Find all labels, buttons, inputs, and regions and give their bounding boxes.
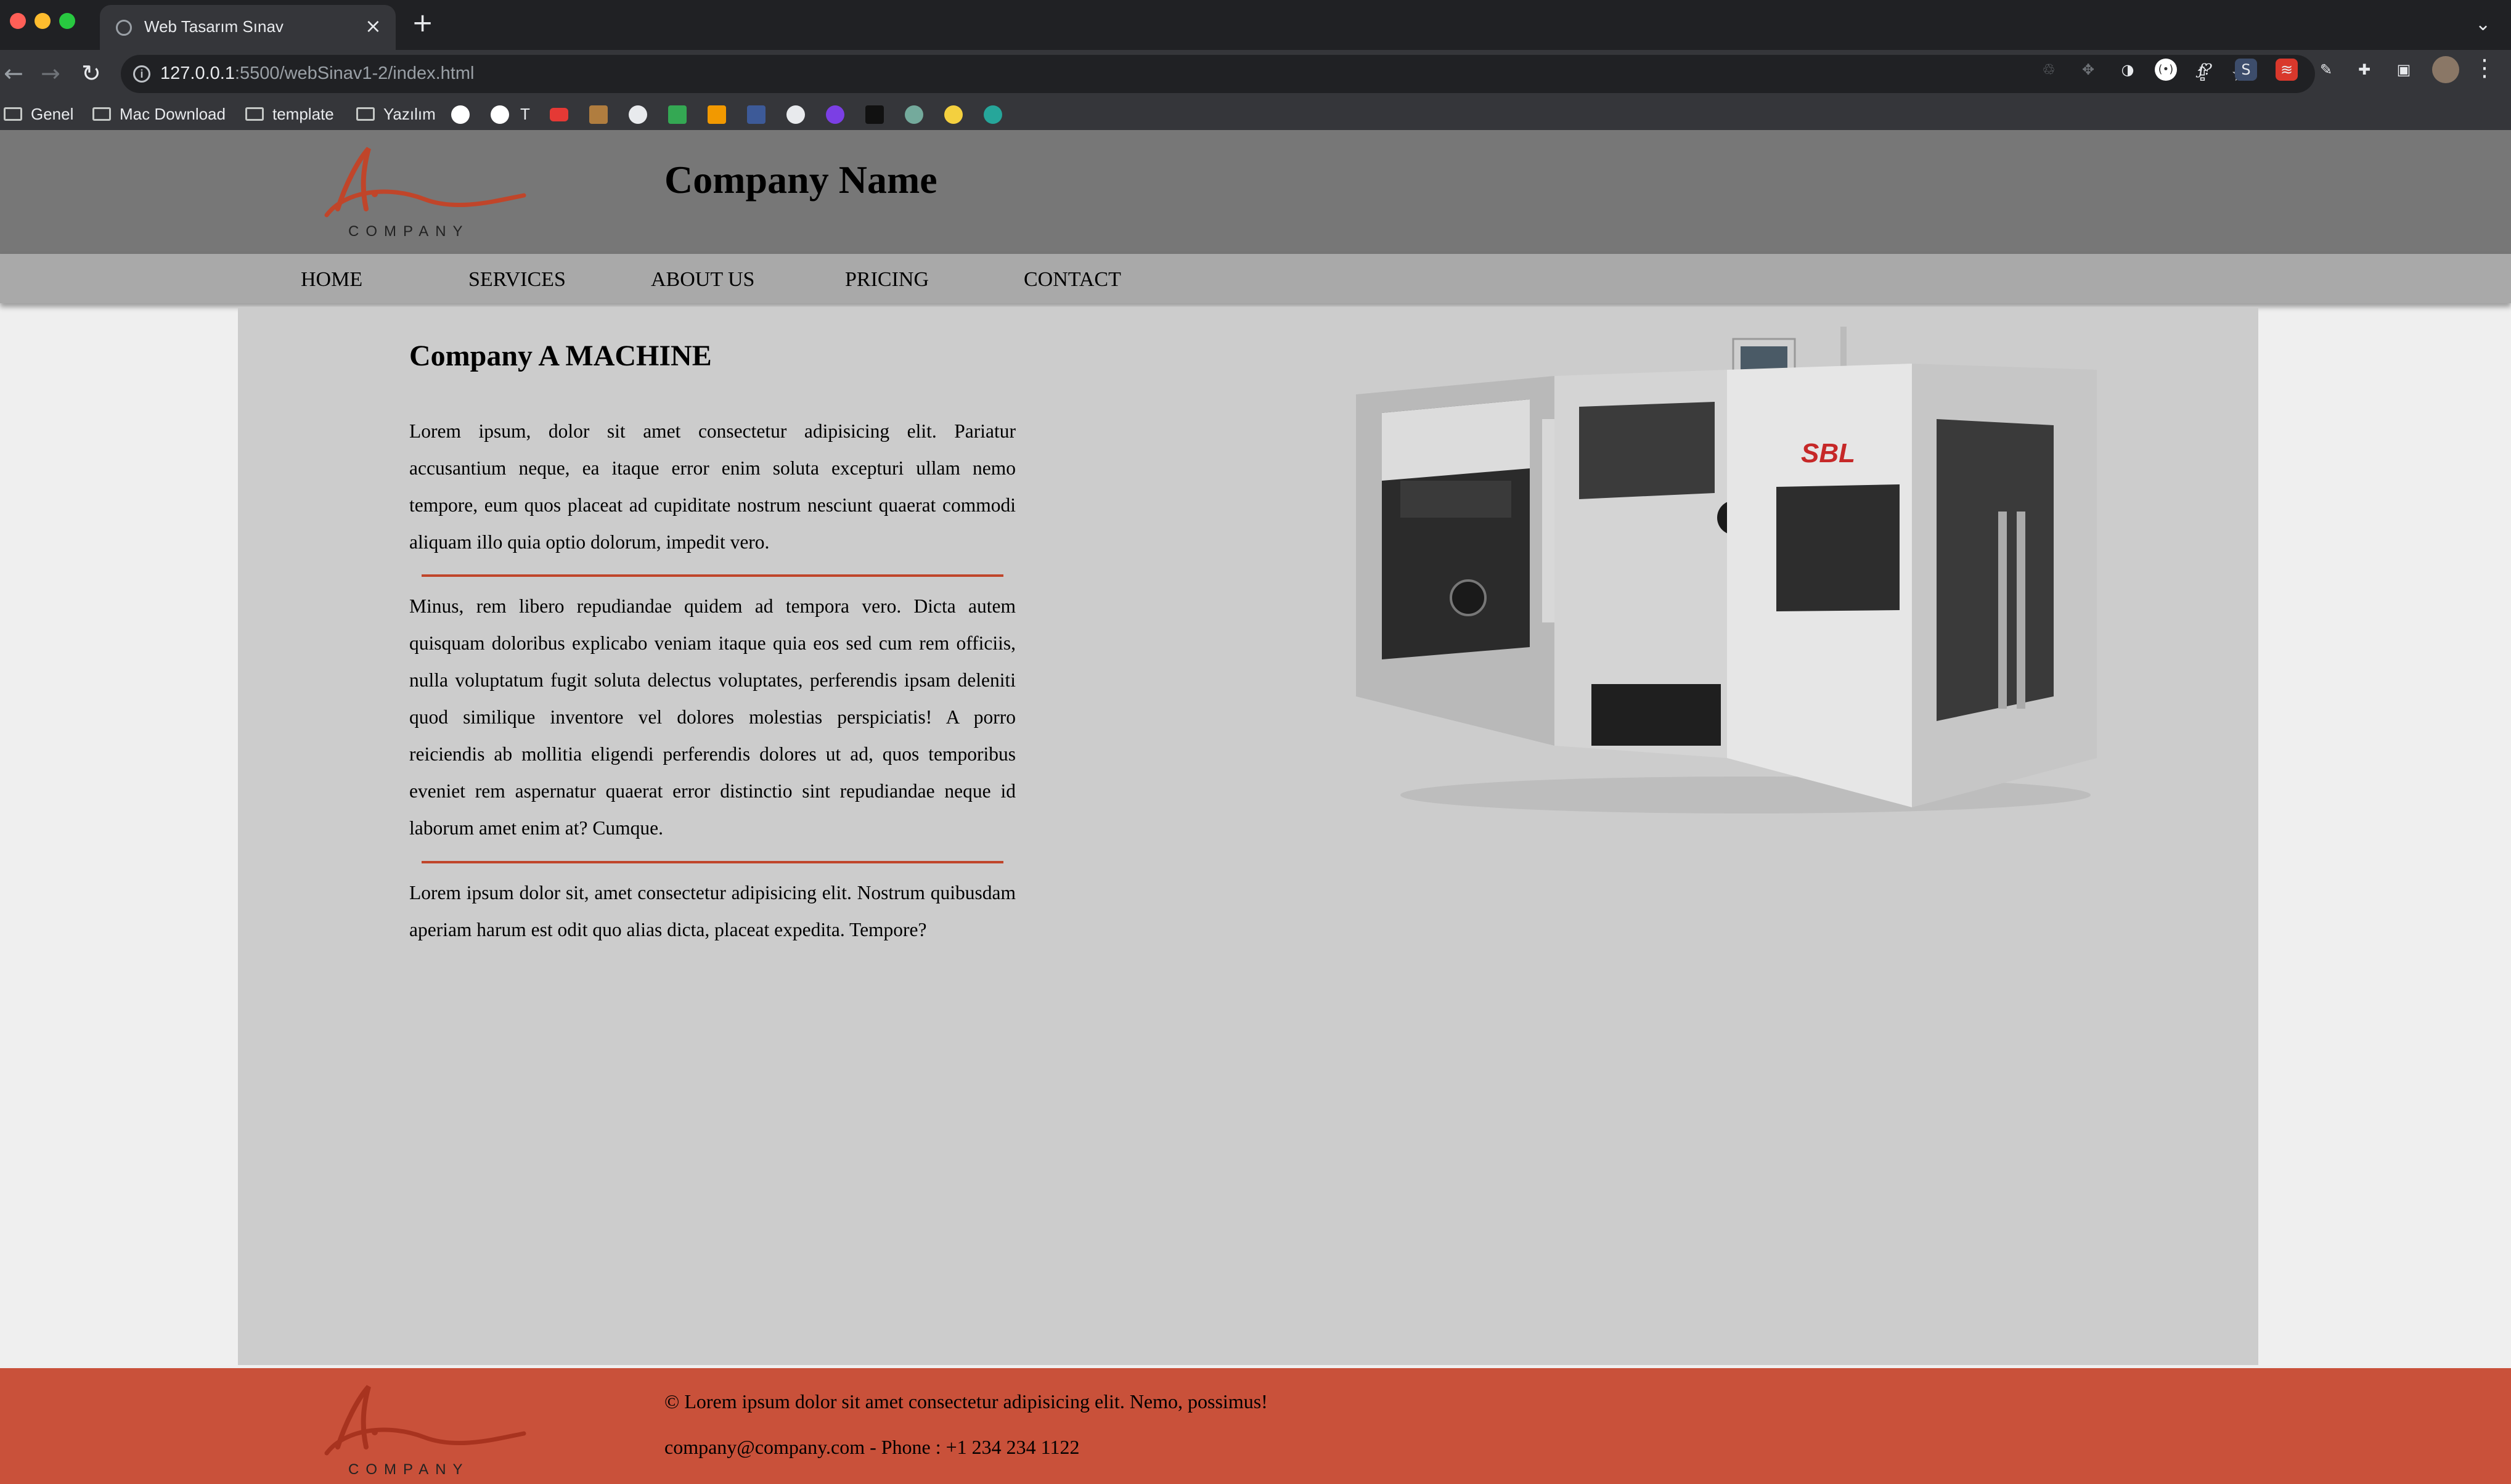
footer-contact[interactable]: company@company.com - Phone : +1 234 234… — [664, 1436, 1079, 1459]
google-icon[interactable] — [491, 105, 509, 124]
paragraph-1: Lorem ipsum, dolor sit amet consectetur … — [409, 420, 1016, 553]
svg-text:COMPANY: COMPANY — [348, 1461, 470, 1478]
new-tab-button[interactable]: + — [412, 9, 433, 37]
u-icon[interactable] — [826, 105, 844, 124]
puzzle-icon[interactable]: ✚ — [2353, 59, 2375, 81]
site-footer: COMPANY © Lorem ipsum dolor sit amet con… — [0, 1368, 2511, 1484]
cloud-icon[interactable] — [944, 105, 963, 124]
close-window-button[interactable] — [10, 13, 26, 29]
minimize-window-button[interactable] — [35, 13, 51, 29]
sidebar-icon[interactable]: ▣ — [2393, 59, 2415, 81]
globe-icon[interactable] — [984, 105, 1002, 124]
section-heading: Company A MACHINE — [409, 340, 712, 372]
bookmark-yazilim[interactable]: Yazılım — [356, 103, 436, 125]
youtube-icon[interactable] — [550, 108, 568, 121]
recycle-icon[interactable]: ♲ — [2038, 59, 2060, 81]
browser-tab-bar: Web Tasarım Sınav × + ⌄ — [0, 0, 2511, 50]
reload-button[interactable]: ↻ — [81, 60, 101, 87]
folder-icon — [4, 107, 22, 121]
folder-icon — [356, 107, 375, 121]
url-text[interactable]: 127.0.0.1:5500/webSinav1-2/index.html — [160, 63, 474, 84]
folder-icon — [245, 107, 264, 121]
github-icon[interactable] — [629, 105, 647, 124]
company-logo[interactable]: COMPANY — [321, 142, 530, 241]
google-icon[interactable] — [451, 105, 470, 124]
divider — [422, 861, 1003, 863]
footer-copyright: © Lorem ipsum dolor sit amet consectetur… — [664, 1390, 1268, 1413]
profile-avatar[interactable] — [2432, 56, 2459, 83]
divider — [422, 574, 1003, 577]
globe-icon — [116, 20, 132, 36]
bookmarks-bar: Genel Mac Download template Yazılım T — [0, 98, 2511, 130]
maximize-window-button[interactable] — [59, 13, 75, 29]
paragraph-2: Minus, rem libero repudiandae quidem ad … — [409, 595, 1016, 839]
s-icon[interactable] — [747, 105, 766, 124]
circle-icon[interactable]: ◑ — [2117, 59, 2139, 81]
nav-pricing[interactable]: PRICING — [845, 267, 929, 292]
main-nav: HOME SERVICES ABOUT US PRICING CONTACT — [0, 254, 2511, 303]
bookmark-template[interactable]: template — [245, 103, 334, 125]
chart-icon[interactable] — [668, 105, 687, 124]
info-icon[interactable]: i — [133, 65, 150, 83]
machine-image: SBL — [1356, 327, 2097, 813]
compass-icon[interactable] — [786, 105, 805, 124]
orange-square-icon[interactable] — [708, 105, 726, 124]
move-icon[interactable]: ✥ — [2077, 59, 2099, 81]
chevron-down-icon[interactable]: ⌄ — [2475, 14, 2491, 35]
nav-home[interactable]: HOME — [301, 267, 362, 292]
chatgpt-icon[interactable] — [905, 105, 923, 124]
bookmark-mac-download[interactable]: Mac Download — [92, 103, 226, 125]
formula-icon[interactable]: ƒ? — [2194, 59, 2216, 81]
bookmark-genel[interactable]: Genel — [4, 103, 73, 125]
close-tab-icon[interactable]: × — [365, 15, 382, 37]
footer-logo[interactable]: COMPANY — [321, 1374, 530, 1479]
extension-icon[interactable]: (•) — [2155, 59, 2177, 81]
back-button[interactable]: ← — [4, 60, 23, 87]
nav-contact[interactable]: CONTACT — [1024, 267, 1121, 292]
s-extension-icon[interactable]: S — [2235, 59, 2257, 81]
nav-services[interactable]: SERVICES — [468, 267, 566, 292]
folder-icon — [92, 107, 111, 121]
forward-button[interactable]: → — [41, 60, 60, 87]
medium-icon[interactable] — [865, 105, 884, 124]
address-bar[interactable]: i 127.0.0.1:5500/webSinav1-2/index.html … — [121, 55, 2315, 93]
site-header: COMPANY Company Name — [0, 130, 2511, 254]
browser-tab[interactable]: Web Tasarım Sınav × — [100, 5, 396, 50]
svg-text:COMPANY: COMPANY — [348, 223, 470, 240]
mountain-icon[interactable] — [589, 105, 608, 124]
machine-brand-label: SBL — [1801, 438, 1855, 468]
paragraph-3: Lorem ipsum dolor sit, amet consectetur … — [409, 882, 1016, 940]
pen-icon[interactable]: ✎ — [2315, 59, 2337, 81]
company-name: Company Name — [664, 158, 937, 202]
bookmark-t[interactable]: T — [520, 103, 530, 125]
stack-icon[interactable]: ≋ — [2276, 59, 2298, 81]
more-menu-icon[interactable]: ⋮ — [2473, 54, 2496, 81]
tab-title: Web Tasarım Sınav — [144, 17, 284, 36]
nav-about-us[interactable]: ABOUT US — [651, 267, 754, 292]
